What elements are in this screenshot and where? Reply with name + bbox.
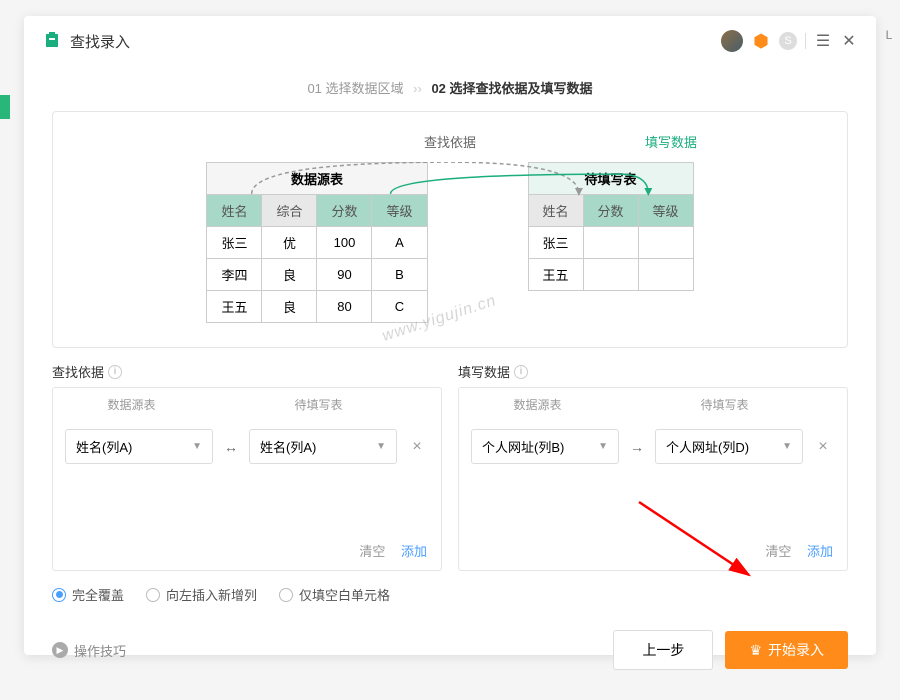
- fill-mapping-box: 数据源表 待填写表 个人网址(列B)▼ → 个人网址(列D)▼ ×: [458, 387, 848, 571]
- crown-icon: ♛: [749, 642, 762, 659]
- fill-row: 个人网址(列B)▼ → 个人网址(列D)▼ ×: [459, 421, 847, 472]
- chevron-down-icon: ▼: [782, 441, 792, 452]
- clear-button[interactable]: 清空: [765, 544, 791, 559]
- remove-row-button[interactable]: ×: [811, 438, 835, 456]
- lookup-mapping-box: 数据源表 待填写表 姓名(列A)▼ ↔ 姓名(列A)▼ ×: [52, 387, 442, 571]
- fill-label: 填写数据: [645, 132, 697, 151]
- dialog-title: 查找录入: [70, 31, 721, 52]
- fill-dst-header: 待填写表: [646, 396, 803, 413]
- start-button[interactable]: ♛ 开始录入: [725, 631, 848, 669]
- add-button[interactable]: 添加: [807, 544, 833, 559]
- user-avatar[interactable]: [721, 30, 743, 52]
- lookup-label: 查找依据: [424, 132, 476, 151]
- dialog-panel: 查找录入 ⬢ S ☰ ✕ 01 选择数据区域 ›› 02 选择查找依据及填写数据…: [24, 16, 876, 655]
- target-table: 待填写表 姓名 分数 等级 张三 王五: [528, 162, 694, 291]
- prev-button[interactable]: 上一步: [613, 630, 713, 670]
- lookup-section-label: 查找依据: [52, 362, 104, 381]
- lookup-src-header: 数据源表: [53, 396, 210, 413]
- fill-column: 填写数据 i 数据源表 待填写表 个人网址(列B)▼ →: [458, 362, 848, 571]
- bottom-bar: ▶ 操作技巧 上一步 ♛ 开始录入: [24, 610, 876, 688]
- bg-column-label: L: [879, 28, 899, 48]
- diagram-area: 查找依据 填写数据 数据源表 姓名 综合 分数 等级 张三优100A 李四良90…: [52, 111, 848, 348]
- chevron-down-icon: ▼: [376, 441, 386, 452]
- info-icon[interactable]: i: [108, 365, 122, 379]
- fill-src-header: 数据源表: [459, 396, 616, 413]
- insert-mode-radios: 完全覆盖 向左插入新增列 仅填空白单元格: [24, 571, 876, 610]
- step-arrow-icon: ››: [413, 81, 422, 96]
- header-actions: ⬢ S ☰ ✕: [721, 30, 858, 52]
- close-icon[interactable]: ✕: [840, 32, 858, 50]
- menu-icon[interactable]: ☰: [814, 32, 832, 50]
- dialog-header: 查找录入 ⬢ S ☰ ✕: [24, 16, 876, 66]
- lookup-dst-select[interactable]: 姓名(列A)▼: [249, 429, 397, 464]
- fill-section-label: 填写数据: [458, 362, 510, 381]
- radio-fill-blank[interactable]: 仅填空白单元格: [279, 585, 390, 604]
- info-icon[interactable]: i: [514, 365, 528, 379]
- tips-link[interactable]: ▶ 操作技巧: [52, 641, 613, 660]
- lookup-dst-header: 待填写表: [240, 396, 397, 413]
- step-2: 02 选择查找依据及填写数据: [431, 81, 592, 96]
- step-1: 01 选择数据区域: [307, 81, 403, 96]
- fill-dst-select[interactable]: 个人网址(列D)▼: [655, 429, 803, 464]
- lookup-column: 查找依据 i 数据源表 待填写表 姓名(列A)▼ ↔: [52, 362, 442, 571]
- arrow-right-icon: →: [627, 439, 647, 455]
- step-indicator: 01 选择数据区域 ›› 02 选择查找依据及填写数据: [24, 66, 876, 111]
- bidir-arrow-icon: ↔: [221, 439, 241, 455]
- radio-insert-left[interactable]: 向左插入新增列: [146, 585, 257, 604]
- radio-overwrite[interactable]: 完全覆盖: [52, 585, 124, 604]
- chevron-down-icon: ▼: [192, 441, 202, 452]
- connector-arrows: [93, 162, 807, 323]
- config-columns: 查找依据 i 数据源表 待填写表 姓名(列A)▼ ↔: [24, 362, 876, 571]
- crown-icon[interactable]: ⬢: [751, 31, 771, 51]
- status-icon: S: [779, 32, 797, 50]
- remove-row-button[interactable]: ×: [405, 438, 429, 456]
- chevron-down-icon: ▼: [598, 441, 608, 452]
- lookup-src-select[interactable]: 姓名(列A)▼: [65, 429, 213, 464]
- add-button[interactable]: 添加: [401, 544, 427, 559]
- app-icon: [42, 31, 62, 51]
- play-icon: ▶: [52, 642, 68, 658]
- fill-src-select[interactable]: 个人网址(列B)▼: [471, 429, 619, 464]
- bg-green-bar: [0, 95, 10, 119]
- divider: [805, 33, 806, 49]
- source-table: 数据源表 姓名 综合 分数 等级 张三优100A 李四良90B 王五良80C: [206, 162, 427, 323]
- clear-button[interactable]: 清空: [359, 544, 385, 559]
- lookup-row: 姓名(列A)▼ ↔ 姓名(列A)▼ ×: [53, 421, 441, 472]
